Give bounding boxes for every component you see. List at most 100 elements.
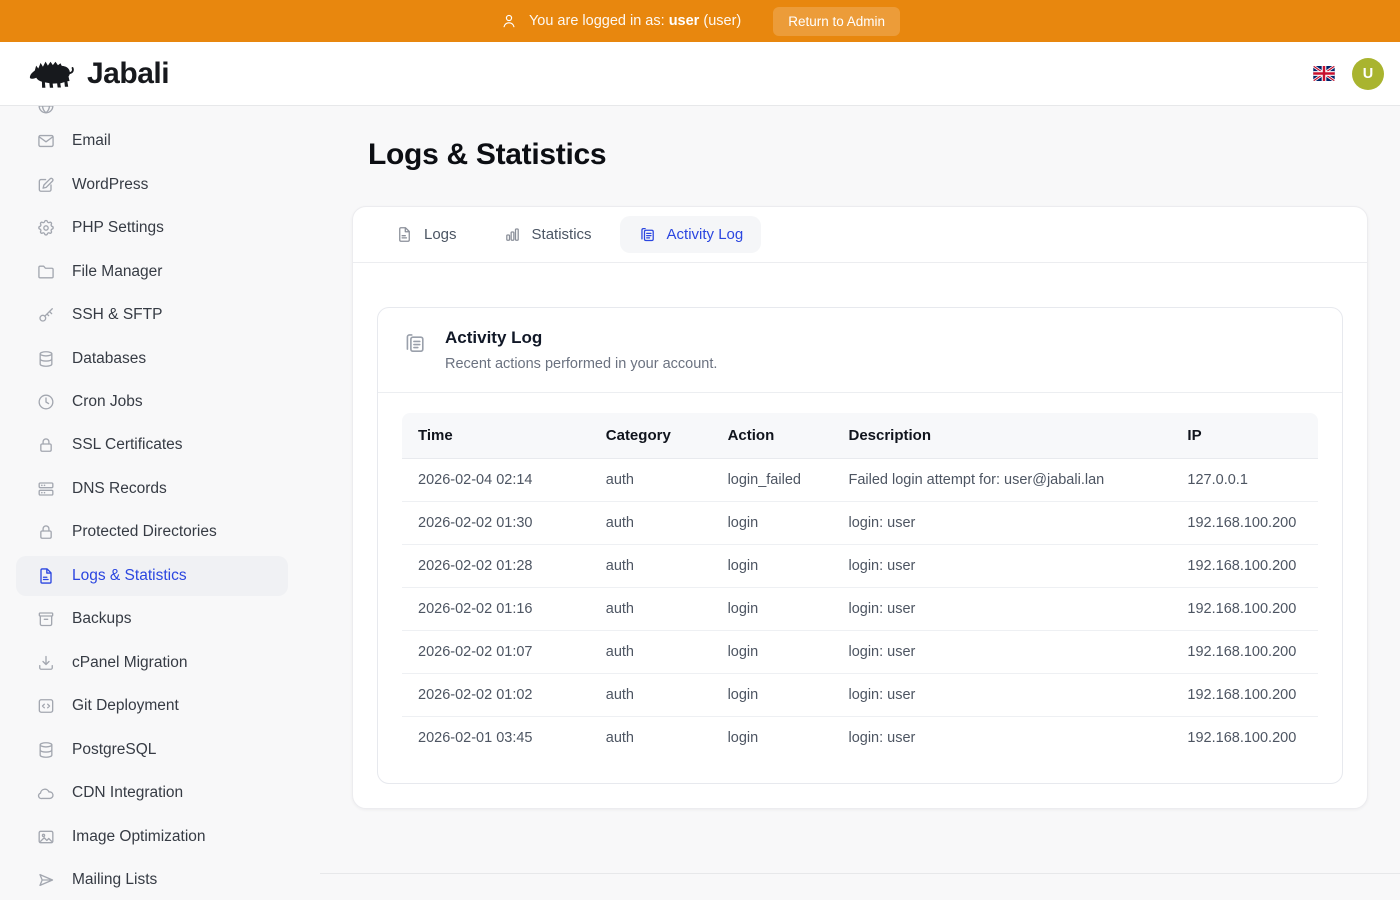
cell-description: login: user bbox=[832, 502, 1171, 545]
sidebar-item-dns-records[interactable]: DNS Records bbox=[16, 469, 288, 508]
sidebar-item-label: WordPress bbox=[72, 176, 148, 194]
sidebar-item-email[interactable]: Email bbox=[16, 121, 288, 160]
sidebar-item-label: Mailing Lists bbox=[72, 871, 157, 889]
sidebar-item-cpanel-migration[interactable]: cPanel Migration bbox=[16, 643, 288, 682]
sidebar-item-ssh-sftp[interactable]: SSH & SFTP bbox=[16, 295, 288, 334]
activity-table-wrap: Time Category Action Description IP bbox=[378, 393, 1342, 783]
panel-title: Activity Log bbox=[445, 327, 717, 349]
sidebar-item-mailing-lists[interactable]: Mailing Lists bbox=[16, 860, 288, 899]
sidebar-item-label: Cron Jobs bbox=[72, 393, 143, 411]
cell-action: login bbox=[712, 545, 833, 588]
archive-icon bbox=[36, 609, 56, 629]
cell-action: login bbox=[712, 588, 833, 631]
sidebar-item-label: SSL Certificates bbox=[72, 436, 183, 454]
sidebar-item-logs-statistics[interactable]: Logs & Statistics bbox=[16, 556, 288, 595]
boar-logo-icon bbox=[28, 55, 78, 93]
cell-action: login_failed bbox=[712, 459, 833, 502]
col-header-description: Description bbox=[832, 413, 1171, 459]
sidebar-item-label: cPanel Migration bbox=[72, 654, 187, 672]
person-icon bbox=[500, 12, 518, 30]
cell-description: login: user bbox=[832, 631, 1171, 674]
panel-subtitle: Recent actions performed in your account… bbox=[445, 354, 717, 374]
database-icon bbox=[36, 740, 56, 760]
sidebar-item-label: DNS Records bbox=[72, 480, 167, 498]
uk-flag-icon[interactable] bbox=[1313, 66, 1335, 81]
cell-description: login: user bbox=[832, 545, 1171, 588]
sidebar-item-git-deployment[interactable]: Git Deployment bbox=[16, 687, 288, 726]
tab-label: Statistics bbox=[532, 226, 592, 243]
cell-category: auth bbox=[590, 588, 712, 631]
sidebar-item-cron-jobs[interactable]: Cron Jobs bbox=[16, 382, 288, 421]
document-icon bbox=[395, 225, 414, 244]
sidebar-item-label: Git Deployment bbox=[72, 697, 179, 715]
cloud-icon bbox=[36, 783, 56, 803]
sidebar-item-label: PostgreSQL bbox=[72, 741, 156, 759]
activity-table: Time Category Action Description IP bbox=[402, 413, 1318, 759]
cell-action: login bbox=[712, 717, 833, 760]
cell-time: 2026-02-02 01:02 bbox=[402, 674, 590, 717]
tab-activity-log[interactable]: Activity Log bbox=[620, 216, 762, 253]
cell-description: login: user bbox=[832, 588, 1171, 631]
cell-description: login: user bbox=[832, 674, 1171, 717]
cell-ip: 192.168.100.200 bbox=[1171, 674, 1318, 717]
clipboard-icon bbox=[638, 225, 657, 244]
user-avatar[interactable]: U bbox=[1352, 58, 1384, 90]
col-header-time: Time bbox=[402, 413, 590, 459]
sidebar-item-wordpress[interactable]: WordPress bbox=[16, 165, 288, 204]
cell-category: auth bbox=[590, 674, 712, 717]
cell-description: login: user bbox=[832, 717, 1171, 760]
server-icon bbox=[36, 479, 56, 499]
lock-icon bbox=[36, 435, 56, 455]
sidebar-item-backups[interactable]: Backups bbox=[16, 600, 288, 639]
sidebar-item-php-settings[interactable]: PHP Settings bbox=[16, 208, 288, 247]
cell-time: 2026-02-04 02:14 bbox=[402, 459, 590, 502]
app-header: Jabali U bbox=[0, 42, 1400, 106]
cell-ip: 192.168.100.200 bbox=[1171, 588, 1318, 631]
admin-session-bar: You are logged in as: user (user) Return… bbox=[0, 0, 1400, 42]
brand-name: Jabali bbox=[87, 57, 169, 91]
activity-log-panel: Activity Log Recent actions performed in… bbox=[353, 263, 1367, 808]
cell-category: auth bbox=[590, 717, 712, 760]
sidebar-item-ssl-certificates[interactable]: SSL Certificates bbox=[16, 426, 288, 465]
code-icon bbox=[36, 696, 56, 716]
sidebar-item-label: File Manager bbox=[72, 263, 162, 281]
sidebar-item-image-optimization[interactable]: Image Optimization bbox=[16, 817, 288, 856]
cell-category: auth bbox=[590, 502, 712, 545]
table-row: 2026-02-02 01:07 auth login login: user … bbox=[402, 631, 1318, 674]
sidebar-item-postgresql[interactable]: PostgreSQL bbox=[16, 730, 288, 769]
sidebar-item-cdn-integration[interactable]: CDN Integration bbox=[16, 774, 288, 813]
sidebar-item-label: Backups bbox=[72, 610, 131, 628]
document-icon bbox=[36, 566, 56, 586]
key-icon bbox=[36, 305, 56, 325]
sidebar-item-databases[interactable]: Databases bbox=[16, 339, 288, 378]
sidebar-item-label: Logs & Statistics bbox=[72, 567, 187, 585]
sidebar-item-protected-directories[interactable]: Protected Directories bbox=[16, 513, 288, 552]
edit-icon bbox=[36, 175, 56, 195]
cell-ip: 127.0.0.1 bbox=[1171, 459, 1318, 502]
col-header-action: Action bbox=[712, 413, 833, 459]
sidebar-item-label: Databases bbox=[72, 350, 146, 368]
logged-in-username: user bbox=[669, 13, 700, 29]
sidebar-item-label: Image Optimization bbox=[72, 828, 206, 846]
sidebar-item-file-manager[interactable]: File Manager bbox=[16, 252, 288, 291]
footer-divider bbox=[320, 873, 1400, 874]
sidebar-item-clipped[interactable] bbox=[16, 106, 288, 117]
tab-statistics[interactable]: Statistics bbox=[485, 216, 610, 253]
table-row: 2026-02-02 01:16 auth login login: user … bbox=[402, 588, 1318, 631]
col-header-ip: IP bbox=[1171, 413, 1318, 459]
folder-icon bbox=[36, 262, 56, 282]
cell-time: 2026-02-01 03:45 bbox=[402, 717, 590, 760]
send-icon bbox=[36, 870, 56, 890]
cell-ip: 192.168.100.200 bbox=[1171, 717, 1318, 760]
tab-label: Activity Log bbox=[667, 226, 744, 243]
main-content: Logs & Statistics Logs Statistics Activi… bbox=[320, 106, 1400, 900]
cell-ip: 192.168.100.200 bbox=[1171, 631, 1318, 674]
logs-card: Logs Statistics Activity Log bbox=[352, 206, 1368, 809]
cell-category: auth bbox=[590, 631, 712, 674]
brand-logo[interactable]: Jabali bbox=[28, 55, 169, 93]
tab-bar: Logs Statistics Activity Log bbox=[353, 207, 1367, 263]
return-to-admin-button[interactable]: Return to Admin bbox=[773, 7, 900, 36]
cell-time: 2026-02-02 01:16 bbox=[402, 588, 590, 631]
clock-icon bbox=[36, 392, 56, 412]
tab-logs[interactable]: Logs bbox=[377, 216, 475, 253]
